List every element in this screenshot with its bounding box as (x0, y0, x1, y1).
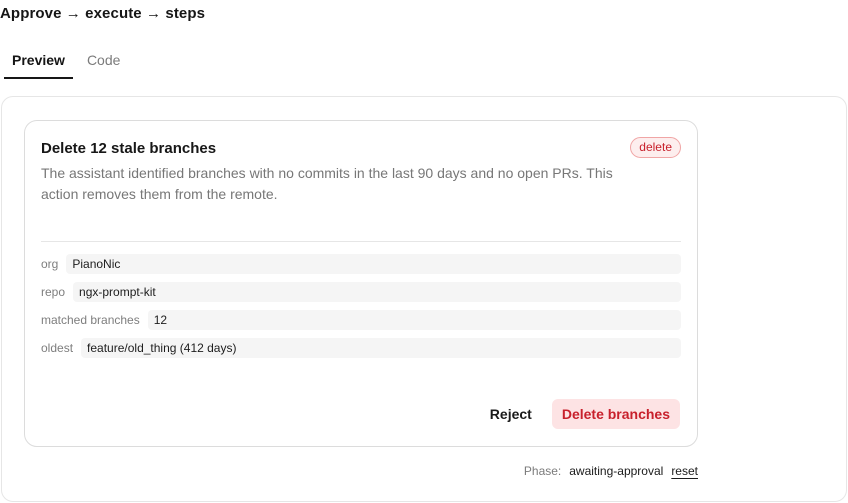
param-value: PianoNic (66, 254, 681, 274)
parameter-list: org PianoNic repo ngx-prompt-kit matched… (41, 254, 681, 366)
param-key: repo (41, 285, 66, 299)
divider (41, 241, 681, 242)
param-row-repo: repo ngx-prompt-kit (41, 282, 681, 302)
action-type-badge: delete (630, 137, 681, 158)
approval-card: Delete 12 stale branches delete The assi… (24, 120, 698, 447)
param-row-matched-branches: matched branches 12 (41, 310, 681, 330)
param-value: feature/old_thing (412 days) (81, 338, 681, 358)
reject-button[interactable]: Reject (480, 399, 542, 429)
phase-value: awaiting-approval (569, 464, 664, 478)
param-value: ngx-prompt-kit (73, 282, 681, 302)
reset-link[interactable]: reset (671, 464, 698, 478)
tab-preview[interactable]: Preview (4, 50, 73, 79)
param-key: org (41, 257, 59, 271)
param-row-oldest: oldest feature/old_thing (412 days) (41, 338, 681, 358)
param-key: oldest (41, 341, 74, 355)
card-description: The assistant identified branches with n… (41, 165, 613, 202)
phase-label: Phase: (523, 464, 562, 478)
phase-status: Phase: awaiting-approval reset (524, 464, 698, 478)
param-value: 12 (147, 310, 681, 330)
param-key: matched branches (41, 313, 140, 327)
tab-code[interactable]: Code (79, 50, 128, 79)
delete-branches-button[interactable]: Delete branches (551, 399, 680, 429)
card-actions: Reject Delete branches (480, 399, 680, 429)
tab-bar: Preview Code (4, 50, 134, 79)
card-title: Delete 12 stale branches (41, 140, 217, 157)
page-title: Approve → execute → steps (0, 5, 206, 22)
param-row-org: org PianoNic (41, 254, 681, 274)
